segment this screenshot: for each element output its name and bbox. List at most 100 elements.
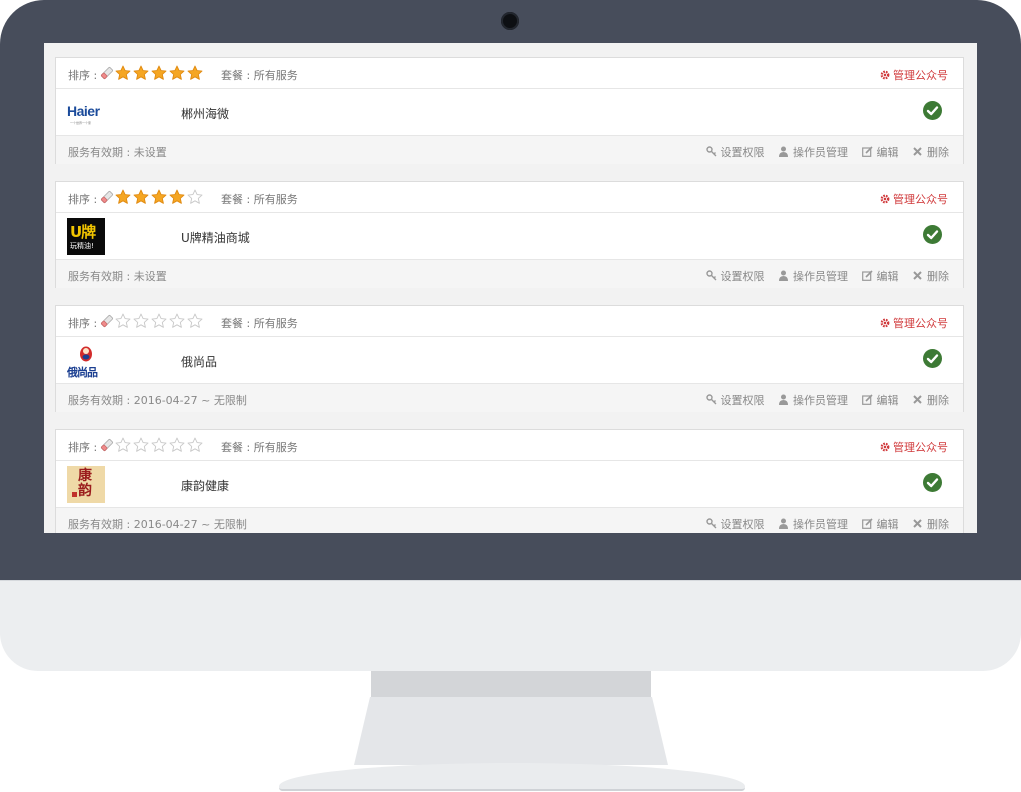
manage-account-link[interactable]: 管理公众号 <box>880 191 948 207</box>
rank-label: 排序 : <box>68 69 98 82</box>
edit-button[interactable]: 编辑 <box>861 516 899 532</box>
edit-button[interactable]: 编辑 <box>861 268 899 284</box>
eraser-pencil-icon[interactable] <box>100 190 114 204</box>
monitor-chin <box>0 580 1021 671</box>
close-icon <box>913 271 922 280</box>
star-empty-icon[interactable] <box>187 437 203 453</box>
camera-dot <box>501 12 519 30</box>
validity-text: 服务有效期 : 未设置 <box>68 146 167 159</box>
manage-account-label: 管理公众号 <box>893 69 948 82</box>
delete-button[interactable]: 删除 <box>912 392 949 408</box>
star-empty-icon[interactable] <box>151 313 167 329</box>
user-icon <box>779 518 788 529</box>
rank-label: 排序 : <box>68 441 98 454</box>
star-rating[interactable] <box>115 313 205 329</box>
star-filled-icon[interactable] <box>133 65 149 81</box>
edit-icon <box>861 518 873 529</box>
star-empty-icon[interactable] <box>169 313 185 329</box>
set-permission-button[interactable]: 设置权限 <box>705 144 765 160</box>
operator-manage-button[interactable]: 操作员管理 <box>778 144 848 160</box>
star-filled-icon[interactable] <box>115 189 131 205</box>
monitor-stand-neck <box>371 671 651 697</box>
delete-button[interactable]: 删除 <box>912 268 949 284</box>
key-icon <box>705 146 716 157</box>
eraser-pencil-icon[interactable] <box>100 438 114 452</box>
action-bar: 设置权限 操作员管理 编辑 删除 <box>696 516 949 532</box>
manage-account-link[interactable]: 管理公众号 <box>880 439 948 455</box>
edit-icon <box>861 270 873 281</box>
rank-label: 排序 : <box>68 193 98 206</box>
delete-button[interactable]: 删除 <box>912 144 949 160</box>
account-logo: U牌 玩精油! <box>67 218 105 255</box>
card-footer: 服务有效期 : 2016-04-27 ~ 无限制 设置权限 操作员管理 编辑 删… <box>56 507 963 533</box>
set-permission-button[interactable]: 设置权限 <box>705 392 765 408</box>
check-circle-icon <box>923 473 942 492</box>
star-filled-icon[interactable] <box>169 65 185 81</box>
star-empty-icon[interactable] <box>133 313 149 329</box>
eraser-pencil-icon[interactable] <box>100 314 114 328</box>
star-rating[interactable] <box>115 65 205 81</box>
manage-account-label: 管理公众号 <box>893 317 948 330</box>
star-empty-icon[interactable] <box>115 437 131 453</box>
star-empty-icon[interactable] <box>169 437 185 453</box>
delete-button[interactable]: 删除 <box>912 516 949 532</box>
package-label: 套餐 : 所有服务 <box>221 441 298 454</box>
action-bar: 设置权限 操作员管理 编辑 删除 <box>696 144 949 160</box>
user-icon <box>779 146 788 157</box>
star-empty-icon[interactable] <box>133 437 149 453</box>
logo-seal-icon <box>72 492 77 497</box>
edit-icon <box>861 146 873 157</box>
logo-subtext: 一个世界一个家 <box>70 121 92 125</box>
star-empty-icon[interactable] <box>187 189 203 205</box>
gear-icon <box>880 318 890 328</box>
package-label: 套餐 : 所有服务 <box>221 69 298 82</box>
star-empty-icon[interactable] <box>115 313 131 329</box>
account-card: 排序 : 套餐 : 所有服务 管理公众号 U牌 玩精油! U牌精油商城 服务有效… <box>55 181 964 288</box>
star-empty-icon[interactable] <box>151 437 167 453</box>
key-icon <box>705 270 716 281</box>
star-filled-icon[interactable] <box>187 65 203 81</box>
key-icon <box>705 394 716 405</box>
account-name[interactable]: 康韵健康 <box>181 477 229 494</box>
star-filled-icon[interactable] <box>169 189 185 205</box>
manage-account-label: 管理公众号 <box>893 193 948 206</box>
monitor-bezel: 排序 : 套餐 : 所有服务 管理公众号 Haier 一个世界一个家 郴州海微 … <box>0 0 1021 580</box>
star-filled-icon[interactable] <box>115 65 131 81</box>
star-rating[interactable] <box>115 189 205 205</box>
validity-text: 服务有效期 : 2016-04-27 ~ 无限制 <box>68 394 247 407</box>
star-filled-icon[interactable] <box>133 189 149 205</box>
card-header: 排序 : 套餐 : 所有服务 管理公众号 <box>56 182 963 213</box>
set-permission-button[interactable]: 设置权限 <box>705 516 765 532</box>
manage-account-link[interactable]: 管理公众号 <box>880 67 948 83</box>
edit-button[interactable]: 编辑 <box>861 392 899 408</box>
manage-account-label: 管理公众号 <box>893 441 948 454</box>
card-body: 康韵 康韵健康 <box>56 461 963 507</box>
check-circle-icon <box>923 225 942 244</box>
validity-text: 服务有效期 : 未设置 <box>68 270 167 283</box>
manage-account-link[interactable]: 管理公众号 <box>880 315 948 331</box>
card-footer: 服务有效期 : 未设置 设置权限 操作员管理 编辑 删除 <box>56 135 963 164</box>
operator-manage-button[interactable]: 操作员管理 <box>778 392 848 408</box>
edit-button[interactable]: 编辑 <box>861 144 899 160</box>
account-name[interactable]: U牌精油商城 <box>181 229 250 246</box>
account-name[interactable]: 俄尚品 <box>181 353 217 370</box>
account-logo: 俄尚品 <box>67 342 105 379</box>
operator-manage-button[interactable]: 操作员管理 <box>778 516 848 532</box>
star-filled-icon[interactable] <box>151 65 167 81</box>
close-icon <box>913 395 922 404</box>
operator-manage-button[interactable]: 操作员管理 <box>778 268 848 284</box>
star-rating[interactable] <box>115 437 205 453</box>
gear-icon <box>880 194 890 204</box>
star-filled-icon[interactable] <box>151 189 167 205</box>
eraser-pencil-icon[interactable] <box>100 66 114 80</box>
star-empty-icon[interactable] <box>187 313 203 329</box>
monitor-stand <box>354 697 668 765</box>
card-body: 俄尚品 俄尚品 <box>56 337 963 383</box>
account-logo: Haier 一个世界一个家 <box>67 94 105 131</box>
set-permission-button[interactable]: 设置权限 <box>705 268 765 284</box>
check-circle-icon <box>923 349 942 368</box>
account-name[interactable]: 郴州海微 <box>181 105 229 122</box>
gear-icon <box>880 442 890 452</box>
package-label: 套餐 : 所有服务 <box>221 317 298 330</box>
card-header: 排序 : 套餐 : 所有服务 管理公众号 <box>56 430 963 461</box>
